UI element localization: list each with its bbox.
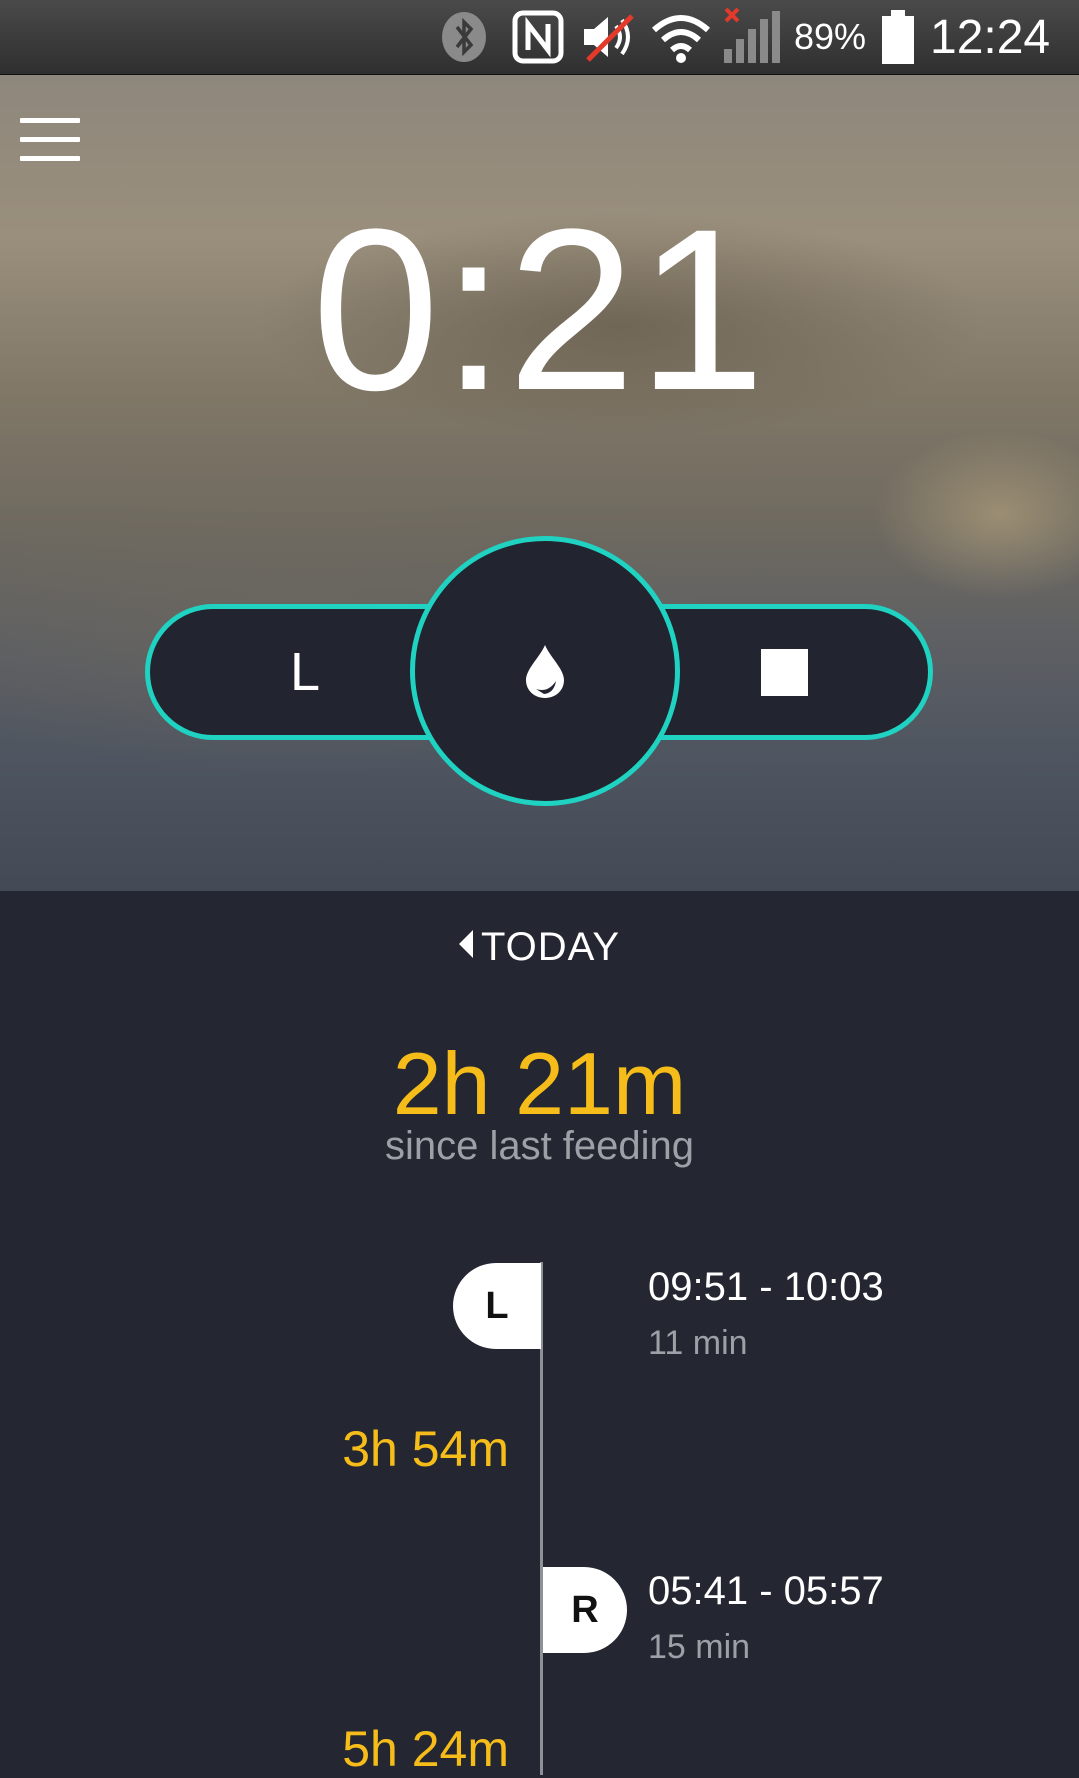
side-toggle-button[interactable]: L: [150, 609, 420, 735]
day-selector[interactable]: TODAY: [0, 925, 1079, 970]
status-bar: 89% 12:24: [0, 0, 1079, 75]
bluetooth-icon: [440, 0, 488, 74]
wifi-icon: [650, 0, 712, 74]
feed-type-button[interactable]: [410, 536, 680, 806]
side-badge-left: L: [453, 1263, 541, 1349]
feeding-duration: 11 min: [648, 1324, 748, 1362]
feeding-gap: 3h 54m: [342, 1421, 509, 1477]
clock: 12:24: [930, 10, 1051, 64]
drop-icon: [526, 645, 564, 698]
since-last-feeding-label: since last feeding: [384, 1124, 695, 1168]
stop-icon: [760, 648, 808, 696]
stop-button[interactable]: [660, 609, 928, 735]
menu-button[interactable]: [18, 115, 84, 165]
since-last-feeding-value: 2h 21m: [392, 1034, 687, 1133]
feeding-timer: 0:21: [311, 181, 768, 438]
battery-icon: [880, 0, 916, 74]
day-label: TODAY: [480, 925, 621, 969]
side-label: L: [289, 642, 321, 702]
chevron-left-icon[interactable]: [458, 930, 473, 958]
side-badge-right: R: [543, 1567, 627, 1653]
feeding-gap: 5h 24m: [342, 1721, 509, 1777]
mute-icon: [580, 0, 640, 74]
signal-icon: [722, 0, 784, 74]
feeding-time-range[interactable]: 05:41 - 05:57: [648, 1569, 884, 1614]
feeding-duration: 15 min: [648, 1628, 751, 1666]
feeding-time-range[interactable]: 09:51 - 10:03: [648, 1265, 884, 1310]
menu-icon: [20, 118, 80, 123]
battery-percent: 89%: [794, 16, 867, 57]
nfc-icon: [512, 0, 564, 74]
